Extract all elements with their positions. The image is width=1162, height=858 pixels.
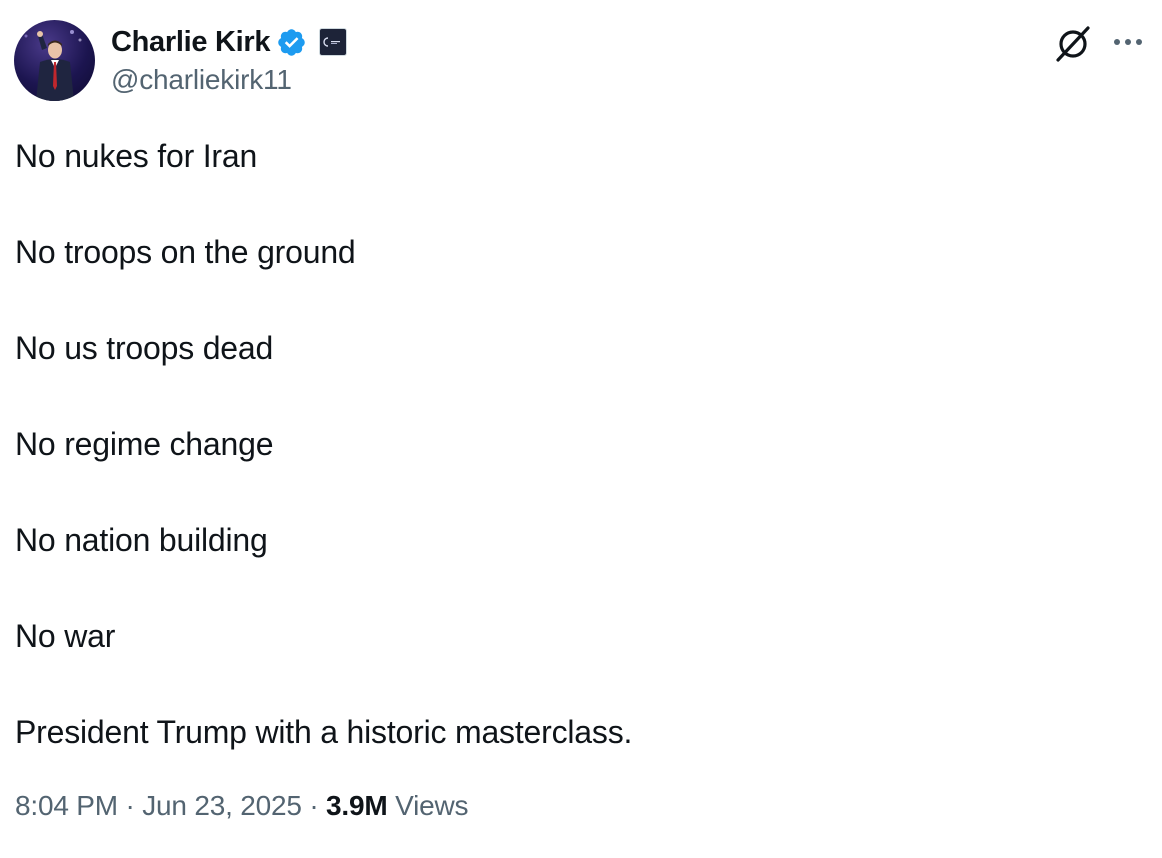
tweet-text: No nukes for Iran No troops on the groun…	[15, 136, 1145, 808]
views-label[interactable]: Views	[395, 790, 468, 821]
meta-separator: ·	[309, 790, 319, 821]
tweet-card: Charlie Kirk @charliekirk11 No nukes for…	[0, 0, 1162, 858]
display-name[interactable]: Charlie Kirk	[111, 26, 270, 59]
views-count[interactable]: 3.9M	[326, 790, 388, 821]
tweet-text-line: No regime change	[15, 426, 274, 462]
tweet-text-line: No nation building	[15, 522, 268, 558]
meta-separator: ·	[125, 790, 135, 821]
grok-icon[interactable]	[1052, 22, 1094, 64]
tweet-text-line: No war	[15, 618, 116, 654]
affiliate-badge-icon[interactable]	[319, 28, 348, 56]
tweet-text-line: No troops on the ground	[15, 234, 356, 270]
author-name-row: Charlie Kirk	[111, 24, 348, 60]
more-options-icon[interactable]	[1111, 28, 1145, 56]
avatar-image	[24, 30, 82, 101]
verified-badge-icon[interactable]	[276, 27, 307, 58]
author-handle[interactable]: @charliekirk11	[111, 64, 292, 96]
tweet-text-line: No us troops dead	[15, 330, 274, 366]
tweet-metadata: 8:04 PM · Jun 23, 2025 · 3.9M Views	[15, 790, 468, 822]
tweet-date[interactable]: Jun 23, 2025	[142, 790, 302, 821]
tweet-text-line: No nukes for Iran	[15, 138, 258, 174]
tweet-time[interactable]: 8:04 PM	[15, 790, 118, 821]
tweet-text-line: President Trump with a historic mastercl…	[15, 714, 633, 750]
avatar[interactable]	[14, 20, 95, 101]
